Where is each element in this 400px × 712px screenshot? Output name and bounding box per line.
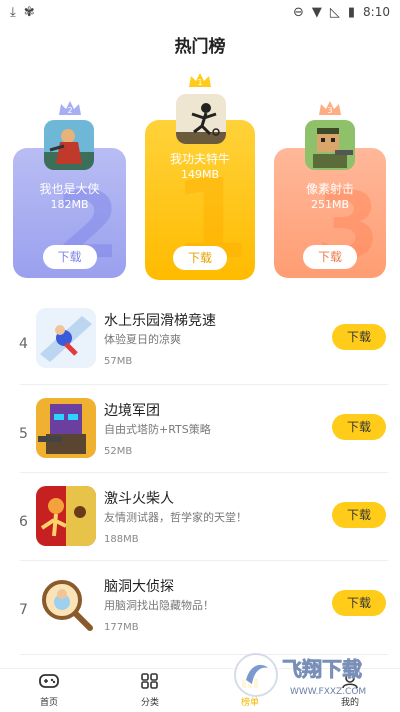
nav-label: 分类: [140, 698, 159, 708]
divider: [20, 560, 388, 561]
svg-text:3: 3: [327, 106, 332, 115]
list-item[interactable]: 6 激斗火柴人 友情测试器，哲学家的天堂！ 188MB 下载: [0, 484, 400, 570]
app-size: 177MB: [104, 622, 139, 633]
nav-item-home[interactable]: 首页: [19, 673, 79, 708]
dnd-icon: ⊖: [292, 4, 304, 20]
app-description: 友情测试器，哲学家的天堂！: [104, 511, 247, 524]
gamepad-icon: [39, 674, 59, 688]
svg-text:1: 1: [197, 78, 202, 87]
list-item[interactable]: 5 边境军团 自由式塔防+RTS策略 52MB 下载: [0, 396, 400, 482]
rank-number: 6: [19, 514, 28, 530]
grid-icon: [141, 673, 158, 689]
app-size: 52MB: [104, 446, 133, 457]
nav-item-category[interactable]: 分类: [120, 673, 180, 708]
download-button[interactable]: 下载: [332, 590, 386, 616]
app-name: 我功夫特牛: [169, 152, 230, 166]
clock: 8:10: [363, 5, 390, 19]
app-name: 脑洞大侦探: [104, 579, 174, 595]
list-item[interactable]: 7 脑洞大侦探 用脑洞找出隐藏物品！ 177MB 下载: [0, 572, 400, 658]
download-icon: ⤓: [10, 4, 16, 20]
app-size: 57MB: [104, 356, 133, 367]
crown-icon: 3: [319, 101, 341, 115]
app-name: 水上乐园滑梯竞速: [104, 313, 216, 329]
app-icon-first[interactable]: [176, 94, 226, 144]
wifi-icon: ▼: [311, 4, 322, 20]
app-size: 182MB: [50, 198, 89, 211]
site-watermark: 飞翔下载 WWW.FXXZ.COM: [234, 653, 366, 697]
svg-text:2: 2: [67, 106, 72, 115]
app-name: 激斗火柴人: [104, 491, 174, 507]
podium-card-first[interactable]: 1 我功夫特牛 149MB 下载: [145, 120, 255, 280]
app-size: 149MB: [180, 168, 220, 181]
download-button[interactable]: 下载: [332, 324, 386, 350]
list-item[interactable]: 4 水上乐园滑梯竞速 体验夏日的凉爽 57MB 下载: [0, 306, 400, 392]
app-icon-third[interactable]: [305, 120, 355, 170]
app-name: 像素射击: [305, 182, 354, 196]
rank-number: 4: [19, 336, 28, 352]
page-title: 热门榜: [174, 37, 226, 57]
download-button[interactable]: 下载: [332, 414, 386, 440]
status-bar: ⤓ ✾ ⊖ ▼ ◺ ▮ 8:10: [0, 0, 400, 24]
app-name: 我也是大侠: [39, 182, 100, 196]
download-button[interactable]: 下载: [332, 502, 386, 528]
app-size: 251MB: [310, 198, 350, 211]
app-name: 边境军团: [104, 403, 160, 419]
nav-label: 首页: [39, 698, 58, 708]
no-signal-icon: ◺: [329, 4, 340, 20]
svg-text:飞翔下载: 飞翔下载: [282, 657, 362, 681]
app-notification-icon: ✾: [23, 4, 35, 20]
app-icon: [36, 486, 96, 546]
svg-text:WWW.FXXZ.COM: WWW.FXXZ.COM: [290, 687, 366, 697]
divider: [20, 472, 388, 473]
app-size: 188MB: [104, 534, 139, 545]
download-button[interactable]: 下载: [173, 246, 227, 270]
download-button[interactable]: 下载: [42, 245, 97, 269]
app-description: 体验夏日的凉爽: [104, 333, 181, 346]
app-description: 自由式塔防+RTS策略: [104, 423, 211, 436]
divider: [20, 384, 388, 385]
app-icon: [36, 308, 96, 368]
app-icon-second[interactable]: [44, 120, 94, 170]
app-icon: [36, 398, 96, 458]
battery-icon: ▮: [347, 4, 356, 20]
app-description: 用脑洞找出隐藏物品！: [104, 599, 214, 612]
crown-icon: 1: [189, 73, 211, 87]
crown-icon: 2: [59, 101, 81, 115]
download-button[interactable]: 下载: [303, 245, 357, 269]
rank-number: 7: [19, 602, 28, 618]
app-icon: [36, 574, 96, 634]
rank-number: 5: [19, 426, 28, 442]
